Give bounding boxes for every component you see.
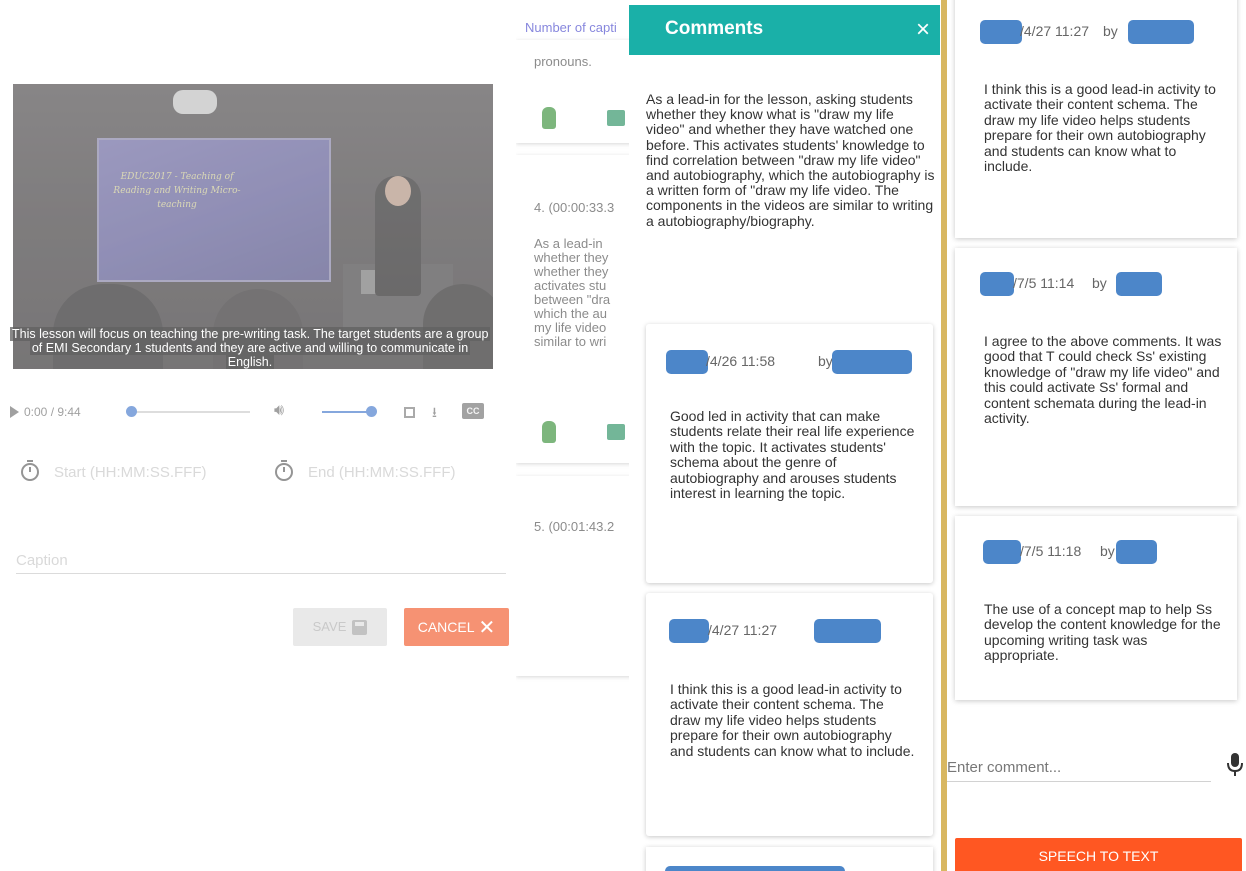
caption-input[interactable]: Caption — [16, 548, 506, 574]
comment-meta: /4/27 11:27 by — [980, 20, 1230, 44]
comment-icon[interactable] — [607, 110, 625, 126]
caption-body: As a lead-in for the lesson, asking stud… — [646, 91, 935, 229]
closed-captions-icon[interactable]: CC — [462, 403, 484, 419]
download-icon[interactable]: ⭳ — [432, 402, 437, 426]
caption-line: similar to wri — [534, 334, 607, 349]
comments-title: Comments — [665, 18, 764, 39]
comment-by: by — [1092, 275, 1107, 291]
comment-text: I agree to the above comments. It was go… — [984, 333, 1222, 427]
caption-timestamp: 4. (00:00:33.3 — [534, 200, 615, 215]
caption-line: which the au — [534, 306, 607, 321]
comment-by: by — [1103, 23, 1118, 39]
close-icon: × — [915, 16, 930, 43]
comment-date: /4/27 11:27 — [708, 622, 778, 638]
comment-card: /4/27 11:27 by I think this is a good le… — [955, 0, 1237, 238]
caption-list: Number of capti pronouns. 4. (00:00:33.3… — [516, 0, 646, 871]
caption-line: my life video — [534, 320, 607, 335]
comment-text: Good led in activity that can make stude… — [670, 408, 915, 502]
caption-card-text: pronouns. — [534, 54, 592, 69]
end-time-placeholder: End (HH:MM:SS.FFF) — [308, 464, 456, 481]
comment-text-field[interactable] — [947, 756, 1211, 778]
caption-line: As a lead-in — [534, 236, 603, 251]
comment-card: /7/5 11:18 by The use of a concept map t… — [955, 516, 1237, 700]
video-subtitle-text: This lesson will focus on teaching the p… — [10, 327, 491, 369]
caption-card[interactable]: 4. (00:00:33.3 As a lead-in whether they… — [516, 155, 646, 463]
caption-timestamp: 5. (00:01:43.2 — [534, 519, 615, 534]
floppy-disk-icon — [352, 620, 368, 636]
caption-card[interactable]: 5. (00:01:43.2 — [516, 476, 646, 676]
close-icon: ✕ — [478, 617, 496, 639]
start-time-field[interactable]: Start (HH:MM:SS.FFF) — [20, 460, 250, 484]
caption-line: activates stu — [534, 278, 607, 293]
comment-meta: /4/27 11:27 by — [666, 619, 926, 643]
comment-card: /7/5 11:14 by I agree to the above comme… — [955, 248, 1237, 506]
redacted-author — [1116, 540, 1157, 564]
comment-text: The use of a concept map to help Ss deve… — [984, 601, 1221, 664]
comment-date: /7/5 11:18 — [1020, 543, 1082, 559]
comments-dialog: Comments × As a lead-in for the lesson, … — [629, 5, 940, 871]
redacted-author — [1128, 20, 1194, 44]
caption-line: between "dra — [534, 292, 611, 307]
play-icon[interactable] — [10, 406, 19, 418]
comment-meta: /7/5 11:18 by — [980, 540, 1230, 564]
redacted-year — [983, 540, 1021, 564]
redacted-author — [814, 619, 881, 643]
comment-date: /4/27 11:27 — [1020, 23, 1090, 39]
seek-bar[interactable] — [130, 411, 250, 413]
hand-icon[interactable] — [542, 107, 556, 129]
comment-card: /4/27 11:27 by I think this is a good le… — [646, 593, 933, 836]
comment-meta: /7/5 11:14 by — [980, 272, 1230, 296]
comment-text: I think this is a good lead-in activity … — [670, 681, 915, 759]
video-subtitle: This lesson will focus on teaching the p… — [10, 327, 491, 369]
save-button[interactable]: SAVE — [293, 608, 387, 646]
comment-icon[interactable] — [607, 424, 625, 440]
end-time-field[interactable]: End (HH:MM:SS.FFF) — [274, 460, 504, 484]
cancel-button[interactable]: CANCEL ✕ — [404, 608, 509, 646]
caption-card-text: As a lead-in whether they whether they a… — [534, 237, 610, 349]
close-button[interactable]: × — [909, 13, 937, 47]
comment-by: by — [818, 353, 833, 369]
redacted-year — [666, 350, 708, 374]
comment-card — [646, 847, 933, 871]
cancel-label: CANCEL — [417, 619, 475, 635]
volume-icon[interactable]: 🔊︎ — [274, 402, 284, 420]
caption-line: whether they — [534, 264, 609, 279]
redacted-author — [1116, 272, 1162, 296]
stopwatch-icon — [275, 460, 293, 481]
redacted-meta — [665, 866, 845, 871]
redacted-year — [669, 619, 709, 643]
caption-editor: EDUC2017 - Teaching of Reading and Writi… — [10, 0, 510, 871]
comment-input[interactable] — [947, 752, 1211, 782]
speech-to-text-button[interactable]: SPEECH TO TEXT — [955, 838, 1242, 871]
comment-by: by — [1100, 543, 1115, 559]
comment-date: /4/26 11:58 — [706, 353, 776, 369]
comments-header: Comments × — [629, 5, 940, 55]
start-time-placeholder: Start (HH:MM:SS.FFF) — [54, 464, 207, 481]
seek-handle[interactable] — [126, 406, 137, 417]
player-controls: 0:00 / 9:44 🔊︎ ⭳ CC — [10, 398, 490, 428]
volume-handle[interactable] — [366, 406, 377, 417]
redacted-year — [980, 20, 1022, 44]
volume-slider[interactable] — [322, 411, 370, 413]
comment-meta: /4/26 11:58 by — [666, 350, 926, 374]
comment-text: I think this is a good lead-in activity … — [984, 81, 1216, 175]
caption-placeholder: Caption — [16, 552, 68, 569]
fullscreen-icon[interactable] — [404, 407, 415, 418]
microphone-icon[interactable] — [1227, 752, 1243, 778]
comments-sidebar: /4/27 11:27 by I think this is a good le… — [947, 0, 1246, 871]
caption-line: whether they — [534, 250, 609, 265]
comment-card: /4/26 11:58 by Good led in activity that… — [646, 324, 933, 583]
redacted-author — [832, 350, 912, 374]
save-label: SAVE — [312, 619, 347, 634]
caption-card[interactable]: pronouns. — [516, 40, 646, 143]
comment-date: /7/5 11:14 — [1013, 275, 1075, 291]
caption-count-header: Number of capti — [525, 20, 617, 35]
redacted-year — [980, 272, 1014, 296]
stopwatch-icon — [21, 460, 39, 481]
hand-icon[interactable] — [542, 421, 556, 443]
video-time: 0:00 / 9:44 — [24, 405, 81, 419]
